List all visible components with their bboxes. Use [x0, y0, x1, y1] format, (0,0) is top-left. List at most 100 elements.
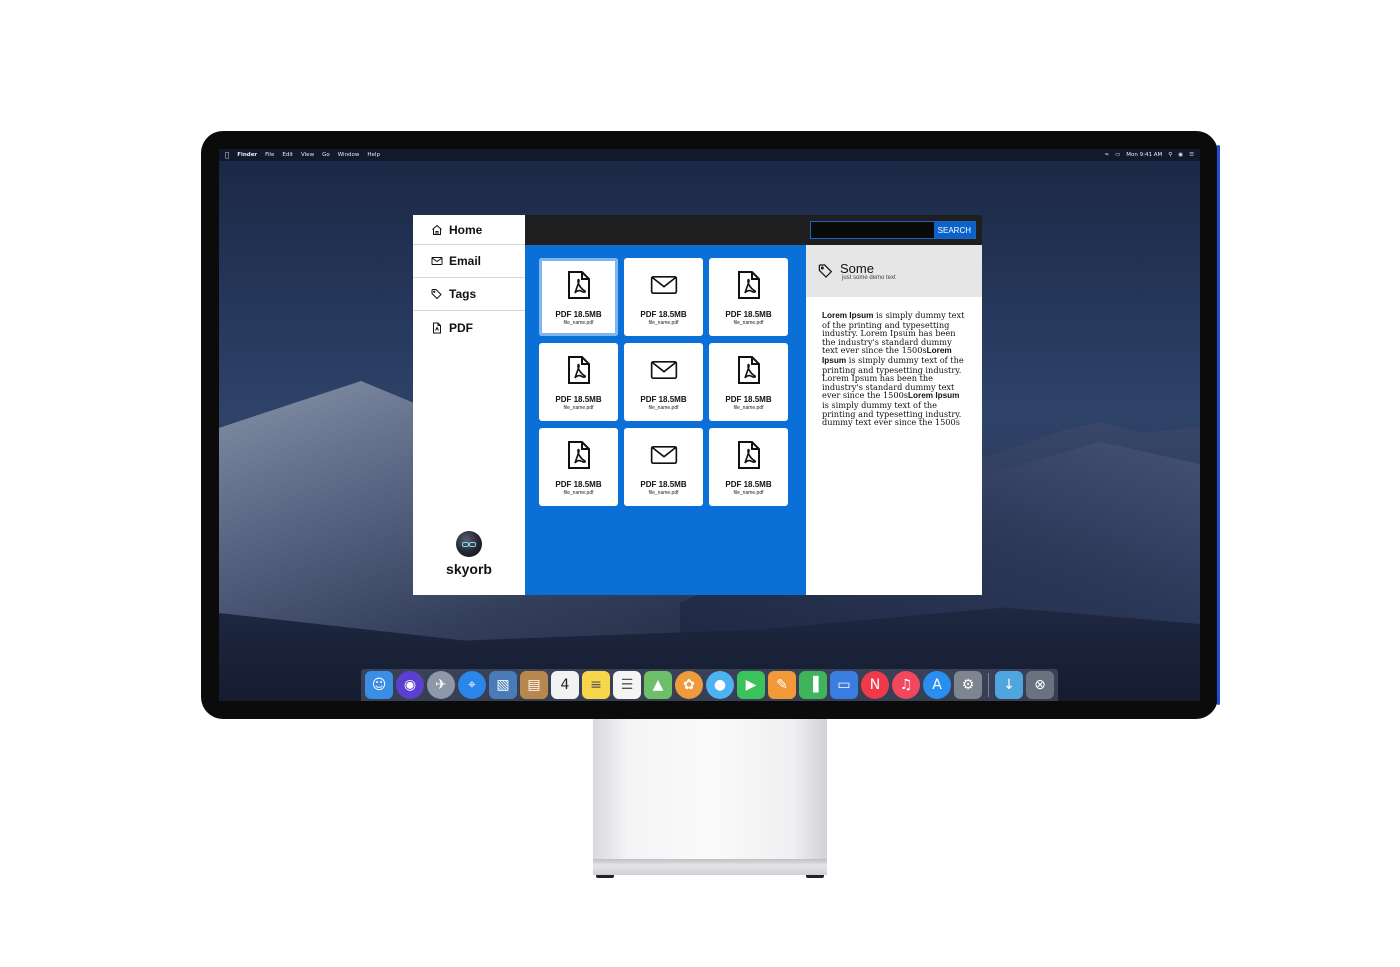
file-tile[interactable]: PDF 18.5MB file_name.pdf: [709, 428, 788, 506]
menu-file[interactable]: File: [265, 152, 274, 158]
toolbar: [525, 215, 806, 245]
reminders-icon[interactable]: ☰: [613, 671, 641, 699]
apple-menu-icon[interactable]: : [225, 151, 229, 159]
pdf-file-icon: [567, 271, 590, 299]
body-text: is simply dummy text of the printing and…: [822, 399, 962, 428]
sidebar-item-label: Email: [449, 254, 482, 268]
app-store-icon[interactable]: A: [923, 671, 951, 699]
search-input[interactable]: [810, 222, 934, 238]
sidebar-item-label: Tags: [449, 287, 477, 301]
preview-icon[interactable]: ▧: [489, 671, 517, 699]
downloads-folder-icon[interactable]: ↓: [995, 671, 1023, 699]
file-tile[interactable]: PDF 18.5MB file_name.pdf: [709, 258, 788, 336]
file-name: file_name.pdf: [648, 320, 679, 326]
monitor-stand-base: [593, 859, 827, 875]
launchpad-icon[interactable]: ✈: [427, 671, 455, 699]
spotlight-search-icon[interactable]: ⚲: [1168, 152, 1172, 158]
siri-menubar-icon[interactable]: ◉: [1178, 152, 1183, 158]
airplay-icon[interactable]: ▭: [1115, 152, 1120, 158]
detail-header: Some just some demo text: [806, 245, 982, 297]
skyorb-logo-icon: [456, 531, 482, 557]
pdf-file-icon: [433, 322, 441, 333]
brand-name: skyorb: [446, 561, 492, 577]
notification-center-icon[interactable]: ☰: [1189, 152, 1194, 158]
detail-description: Lorem Ipsum is simply dummy text of the …: [806, 297, 982, 441]
file-tile[interactable]: PDF 18.5MB file_name.pdf: [624, 428, 703, 506]
menu-help[interactable]: Help: [367, 152, 380, 158]
monitor-stand: [593, 719, 827, 859]
menu-window[interactable]: Window: [338, 152, 360, 158]
keynote-icon[interactable]: ▭: [830, 671, 858, 699]
news-icon[interactable]: N: [861, 671, 889, 699]
menu-view[interactable]: View: [301, 152, 314, 158]
file-name: file_name.pdf: [733, 405, 764, 411]
file-tile[interactable]: PDF 18.5MB file_name.pdf: [539, 343, 618, 421]
file-size: PDF 18.5MB: [725, 395, 772, 404]
file-name: file_name.pdf: [563, 320, 594, 326]
menu-go[interactable]: Go: [322, 152, 330, 158]
pdf-file-icon: [567, 441, 590, 469]
file-size: PDF 18.5MB: [640, 310, 687, 319]
file-tile[interactable]: PDF 18.5MB file_name.pdf: [624, 258, 703, 336]
system-preferences-icon[interactable]: ⚙: [954, 671, 982, 699]
wifi-icon[interactable]: ≈: [1104, 152, 1109, 158]
file-tile[interactable]: PDF 18.5MB file_name.pdf: [624, 343, 703, 421]
finder-icon[interactable]: ☺: [365, 671, 393, 699]
detail-subtitle: just some demo text: [842, 274, 896, 281]
music-icon[interactable]: ♫: [892, 671, 920, 699]
detail-title: Some: [840, 260, 874, 276]
file-browser: PDF 18.5MB file_name.pdf PDF 18.5MB file_na…: [525, 215, 806, 595]
sidebar-item-home[interactable]: Home: [413, 215, 525, 245]
envelope-icon: [650, 360, 677, 380]
desktop-screen:  Finder File Edit View Go Window Help ≈…: [219, 149, 1200, 701]
file-name: file_name.pdf: [648, 490, 679, 496]
file-tile[interactable]: PDF 18.5MB file_name.pdf: [539, 428, 618, 506]
contacts-icon[interactable]: ▤: [520, 671, 548, 699]
numbers-icon[interactable]: ▐: [799, 671, 827, 699]
menu-finder[interactable]: Finder: [237, 152, 257, 158]
file-size: PDF 18.5MB: [555, 395, 602, 404]
menu-edit[interactable]: Edit: [282, 152, 293, 158]
dock: ☺ ◉ ✈ ⌖ ▧ ▤ 4 ≡ ☰ ▲ ✿ ● ▶ ✎ ▐ ▭ N ♫ A ⚙ ↓ ⊗: [361, 669, 1058, 701]
search-box: SEARCH: [809, 221, 976, 239]
file-tile[interactable]: PDF 18.5MB file_name.pdf: [539, 258, 618, 336]
messages-icon[interactable]: ●: [706, 671, 734, 699]
dock-separator: [988, 673, 989, 697]
maps-icon[interactable]: ▲: [644, 671, 672, 699]
notes-icon[interactable]: ≡: [582, 671, 610, 699]
sidebar-item-tags[interactable]: Tags: [413, 278, 525, 311]
app-window: Home Email Tags PDF skyorb PDF 18.5MB fil…: [413, 215, 982, 595]
detail-panel: SEARCH Some just some demo text Lorem Ip…: [806, 215, 982, 595]
safari-icon[interactable]: ⌖: [458, 671, 486, 699]
home-icon: [432, 224, 442, 235]
envelope-icon: [650, 275, 677, 295]
stand-foot: [806, 875, 824, 878]
sidebar: Home Email Tags PDF skyorb: [413, 215, 525, 595]
envelope-icon: [650, 445, 677, 465]
file-name: file_name.pdf: [648, 405, 679, 411]
siri-icon[interactable]: ◉: [396, 671, 424, 699]
facetime-icon[interactable]: ▶: [737, 671, 765, 699]
sidebar-item-pdf[interactable]: PDF: [413, 311, 525, 344]
brand-logo: skyorb: [413, 531, 525, 577]
pages-icon[interactable]: ✎: [768, 671, 796, 699]
pdf-file-icon: [737, 441, 760, 469]
pdf-file-icon: [737, 271, 760, 299]
file-name: file_name.pdf: [563, 490, 594, 496]
pdf-file-icon: [567, 356, 590, 384]
search-button[interactable]: SEARCH: [933, 222, 975, 238]
file-name: file_name.pdf: [563, 405, 594, 411]
sidebar-item-email[interactable]: Email: [413, 245, 525, 278]
stand-foot: [596, 875, 614, 878]
file-size: PDF 18.5MB: [555, 480, 602, 489]
trash-icon[interactable]: ⊗: [1026, 671, 1054, 699]
calendar-icon[interactable]: 4: [551, 671, 579, 699]
file-size: PDF 18.5MB: [640, 480, 687, 489]
photos-icon[interactable]: ✿: [675, 671, 703, 699]
file-name: file_name.pdf: [733, 490, 764, 496]
file-name: file_name.pdf: [733, 320, 764, 326]
menubar-clock[interactable]: Mon 9:41 AM: [1126, 152, 1162, 158]
file-size: PDF 18.5MB: [640, 395, 687, 404]
file-tile[interactable]: PDF 18.5MB file_name.pdf: [709, 343, 788, 421]
menu-bar:  Finder File Edit View Go Window Help ≈…: [219, 149, 1200, 161]
